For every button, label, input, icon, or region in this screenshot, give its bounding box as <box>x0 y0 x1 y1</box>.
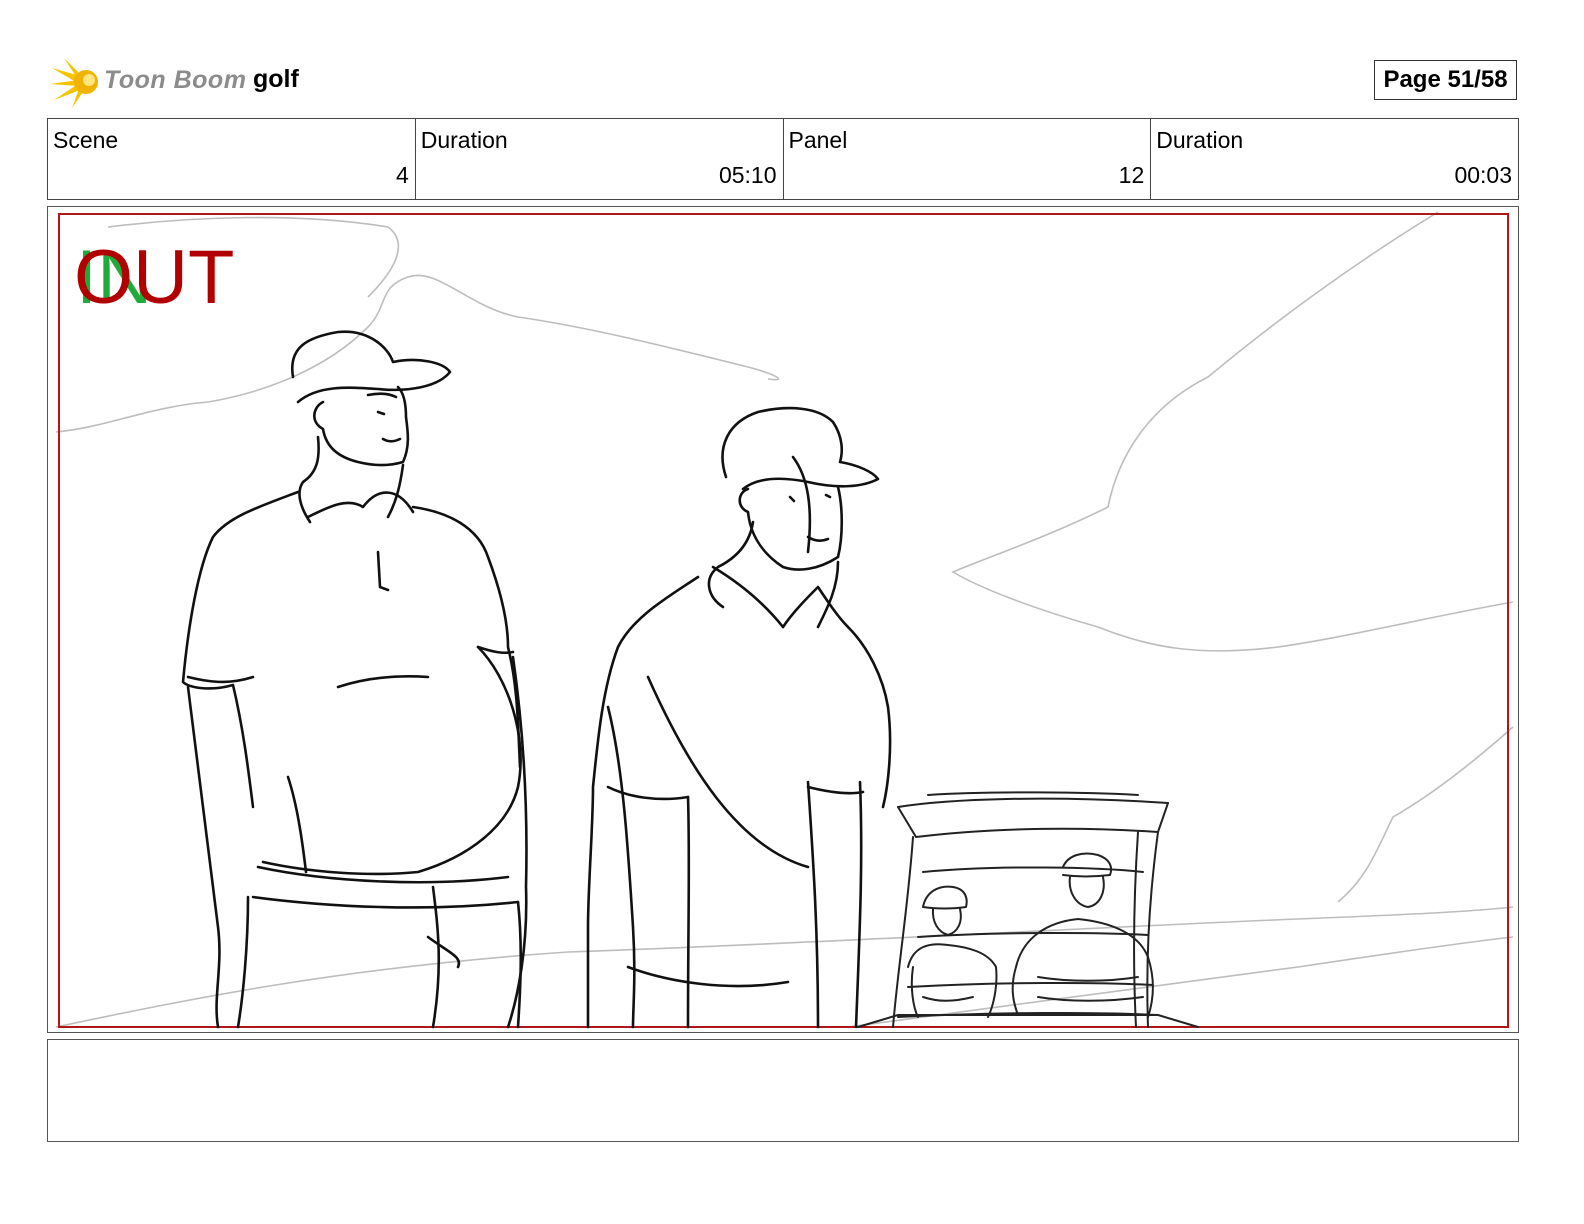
scene-info-table: Scene 4 Duration 05:10 Panel 12 Duration… <box>47 118 1519 200</box>
safe-frame <box>58 213 1509 1028</box>
scene-duration-cell: Duration 05:10 <box>416 119 784 199</box>
scene-label: Scene <box>53 127 119 153</box>
storyboard-panel: IN OUT <box>47 206 1519 1033</box>
project-name: golf <box>253 65 299 93</box>
golfer-left-sketch <box>181 330 528 1029</box>
panel-notes-box[interactable] <box>47 1039 1519 1142</box>
scene-value: 4 <box>395 162 409 188</box>
background-sketch-lines <box>55 211 1514 1028</box>
panel-duration-value: 00:03 <box>1454 162 1512 188</box>
scene-duration-value: 05:10 <box>718 162 777 188</box>
starburst-icon <box>50 58 98 108</box>
panel-cell: Panel 12 <box>784 119 1152 199</box>
golfer-middle-sketch <box>586 406 892 1029</box>
scene-duration-label: Duration <box>420 127 508 153</box>
panel-value: 12 <box>1118 162 1145 188</box>
out-marker: OUT <box>74 235 234 320</box>
page-indicator: Page 51/58 <box>1374 60 1517 100</box>
panel-duration-cell: Duration 00:03 <box>1151 119 1518 199</box>
panel-duration-label: Duration <box>1156 127 1244 153</box>
panel-sketch: IN OUT <box>55 211 1514 1029</box>
scene-cell: Scene 4 <box>48 119 416 199</box>
panel-label: Panel <box>788 127 848 153</box>
golf-cart-sketch <box>857 791 1199 1028</box>
logo-text: Toon Boom <box>104 66 247 94</box>
